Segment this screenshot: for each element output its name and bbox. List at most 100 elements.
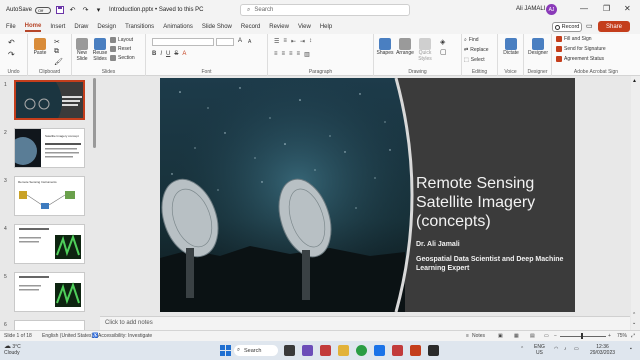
tab-animations[interactable]: Animations xyxy=(163,24,193,30)
justify-icon[interactable]: ≡ xyxy=(297,51,301,58)
decrease-font-icon[interactable]: A xyxy=(248,39,251,45)
undo-icon[interactable]: ↶ xyxy=(68,6,77,15)
share-button[interactable]: Share xyxy=(598,21,630,32)
copy-icon[interactable]: ⧉ xyxy=(54,48,59,56)
thumbnail-row[interactable]: 2 Satellite Imagery concept xyxy=(0,128,96,174)
thumbnail-slide-4[interactable] xyxy=(14,224,85,264)
shape-outline-icon[interactable]: ▢ xyxy=(440,48,447,56)
acrobat-icon[interactable] xyxy=(392,345,403,356)
user-name[interactable]: Ali JAMALI xyxy=(516,6,545,12)
shapes-button[interactable]: Shapes xyxy=(376,38,394,56)
taskbar-search[interactable]: ⌕ Search xyxy=(234,345,278,356)
document-name[interactable]: Introduction.pptx • Saved to this PC xyxy=(109,7,204,13)
cut-icon[interactable]: ✂ xyxy=(54,38,60,46)
new-slide-button[interactable]: New Slide xyxy=(74,38,90,62)
decrease-indent-icon[interactable]: ⇤ xyxy=(291,38,296,45)
previous-slide-icon[interactable]: ⌃ xyxy=(632,312,636,318)
clock[interactable]: 12:36 29/03/2023 xyxy=(590,344,615,356)
align-left-icon[interactable]: ≡ xyxy=(274,51,278,58)
tab-design[interactable]: Design xyxy=(97,24,116,30)
teams-icon[interactable] xyxy=(302,345,313,356)
tab-view[interactable]: View xyxy=(298,24,311,30)
customize-toolbar-icon[interactable]: ▾ xyxy=(94,6,103,15)
quick-styles-button[interactable]: Quick Styles xyxy=(416,38,434,62)
edge-icon[interactable] xyxy=(374,345,385,356)
wifi-icon[interactable]: ◠ xyxy=(554,346,558,352)
chrome-icon[interactable] xyxy=(356,345,367,356)
zoom-out-icon[interactable]: − xyxy=(554,333,557,339)
zoom-slider[interactable] xyxy=(560,336,606,337)
section-button[interactable]: Section xyxy=(110,55,135,61)
record-button[interactable]: Record xyxy=(552,22,582,32)
send-signature-button[interactable]: Send for Signature xyxy=(556,46,606,52)
notes-toggle[interactable]: Notes xyxy=(472,333,485,339)
slide-sorter-icon[interactable]: ▦ xyxy=(514,333,519,339)
slide-subtitle[interactable]: Geospatial Data Scientist and Deep Machi… xyxy=(416,255,566,273)
redo-icon[interactable]: ↷ xyxy=(81,6,90,15)
thumbnail-slide-6[interactable] xyxy=(14,320,85,330)
zoom-level[interactable]: 75% xyxy=(617,333,627,339)
format-painter-icon[interactable]: 🖌 xyxy=(54,58,63,66)
align-right-icon[interactable]: ≡ xyxy=(289,51,293,58)
reuse-slides-button[interactable]: Reuse Slides xyxy=(92,38,108,62)
thumbnail-row[interactable]: 4 xyxy=(0,224,96,270)
thumbnail-row[interactable]: 5 xyxy=(0,272,96,318)
tab-transitions[interactable]: Transitions xyxy=(125,24,154,30)
scroll-up-icon[interactable]: ▲ xyxy=(632,78,637,84)
zoom-in-icon[interactable]: + xyxy=(608,333,611,339)
show-hidden-icons[interactable]: ⌃ xyxy=(520,346,524,352)
file-explorer-icon[interactable] xyxy=(338,345,349,356)
tab-insert[interactable]: Insert xyxy=(50,24,65,30)
tab-slide-show[interactable]: Slide Show xyxy=(202,24,232,30)
increase-font-icon[interactable]: A xyxy=(238,38,242,44)
thumbnail-row[interactable]: 6 xyxy=(0,320,96,330)
task-view-icon[interactable] xyxy=(284,345,295,356)
windows-start-icon[interactable] xyxy=(220,345,231,356)
columns-icon[interactable]: ▥ xyxy=(304,51,310,58)
tab-file[interactable]: File xyxy=(6,24,16,30)
fit-slide-icon[interactable]: ⤢ xyxy=(631,333,635,339)
agreement-status-button[interactable]: Agreement Status xyxy=(556,56,604,62)
reset-button[interactable]: Reset xyxy=(110,46,131,52)
save-icon[interactable] xyxy=(55,6,64,15)
designer-button[interactable]: Designer xyxy=(527,38,549,56)
tab-draw[interactable]: Draw xyxy=(74,24,88,30)
minimize-icon[interactable]: — xyxy=(580,4,588,13)
redo-icon[interactable]: ↷ xyxy=(8,50,15,59)
zoom-slider-handle[interactable] xyxy=(581,333,583,339)
underline-icon[interactable]: U xyxy=(166,51,170,57)
autosave-switch[interactable]: Off xyxy=(35,6,52,14)
slide-author[interactable]: Dr. Ali Jamali xyxy=(416,241,460,248)
language-indicator[interactable]: ENG US xyxy=(534,344,545,356)
thumbnail-row[interactable]: 3 Remote Sensing Instruments xyxy=(0,176,96,222)
bold-icon[interactable]: B xyxy=(152,51,156,57)
app-icon-red[interactable] xyxy=(320,345,331,356)
replace-button[interactable]: ⇄ Replace xyxy=(464,47,489,53)
thumbnail-scrollbar[interactable] xyxy=(93,78,96,148)
autosave-toggle[interactable]: AutoSave Off xyxy=(6,6,52,14)
font-size-select[interactable] xyxy=(216,38,234,46)
strikethrough-icon[interactable]: S xyxy=(174,51,178,57)
slideshow-icon[interactable]: ▭ xyxy=(544,333,549,339)
editor-scrollbar[interactable]: ▲ ⌃ ⌄ xyxy=(631,76,640,330)
accessibility-status[interactable]: Accessibility: Investigate xyxy=(98,333,152,339)
numbering-icon[interactable]: ≡ xyxy=(283,38,287,45)
powerpoint-icon[interactable] xyxy=(410,345,421,356)
thumbnail-slide-5[interactable] xyxy=(14,272,85,312)
align-center-icon[interactable]: ≡ xyxy=(282,51,286,58)
thumbnail-row[interactable]: 1 xyxy=(0,80,96,126)
close-icon[interactable]: ✕ xyxy=(624,4,631,13)
italic-icon[interactable]: I xyxy=(160,51,162,57)
slide-title[interactable]: Remote Sensing Satellite Imagery (concep… xyxy=(416,174,571,231)
search-input[interactable]: ⌕ Search xyxy=(240,4,410,16)
maximize-icon[interactable]: ❐ xyxy=(603,4,610,13)
normal-view-icon[interactable]: ▣ xyxy=(498,333,503,339)
next-slide-icon[interactable]: ⌄ xyxy=(632,320,636,326)
tab-review[interactable]: Review xyxy=(269,24,289,30)
line-spacing-icon[interactable]: ↕ xyxy=(309,38,312,45)
bullets-icon[interactable]: ☰ xyxy=(274,38,279,45)
language-status[interactable]: English (United States) xyxy=(42,333,93,339)
battery-icon[interactable]: ▭ xyxy=(574,346,579,352)
avatar[interactable]: AJ xyxy=(546,4,557,15)
fill-sign-button[interactable]: Fill and Sign xyxy=(556,36,592,42)
